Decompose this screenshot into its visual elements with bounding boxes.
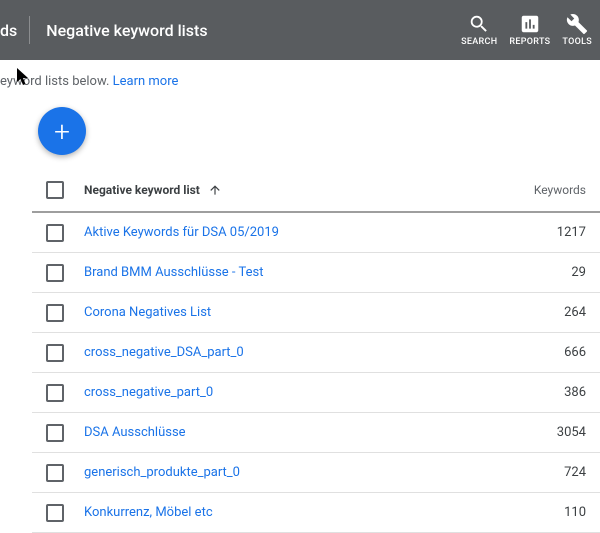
keyword-count: 1217: [506, 225, 586, 240]
table-row: cross_negative_DSA_part_0666: [32, 333, 600, 373]
plus-icon: +: [54, 115, 70, 148]
table-header-row: Negative keyword list Keywords: [32, 169, 600, 213]
subheader-text: eyword lists below.: [0, 74, 113, 89]
sort-asc-icon: [208, 183, 222, 197]
row-checkbox[interactable]: [46, 224, 64, 242]
table-row: Aktive Keywords für DSA 05/20191217: [32, 213, 600, 253]
subheader: eyword lists below. Learn more: [0, 60, 600, 103]
list-name-link[interactable]: cross_negative_part_0: [84, 385, 506, 400]
app-header: ds Negative keyword lists SEARCH REPORTS…: [0, 0, 600, 60]
keyword-count: 386: [506, 385, 586, 400]
list-name-link[interactable]: generisch_produkte_part_0: [84, 465, 506, 480]
page-title: Negative keyword lists: [30, 0, 223, 60]
list-name-link[interactable]: Corona Negatives List: [84, 305, 506, 320]
search-tool[interactable]: SEARCH: [461, 13, 497, 47]
list-name-link[interactable]: Konkurrenz, Möbel etc: [84, 505, 506, 520]
list-name-link[interactable]: Aktive Keywords für DSA 05/2019: [84, 225, 506, 240]
keyword-count: 29: [506, 265, 586, 280]
keyword-count: 666: [506, 345, 586, 360]
header-tools: SEARCH REPORTS TOOLS: [461, 13, 592, 47]
list-name-link[interactable]: cross_negative_DSA_part_0: [84, 345, 506, 360]
tools-label: TOOLS: [562, 37, 592, 47]
add-list-button[interactable]: +: [38, 107, 86, 155]
table-row: DSA Ausschlüsse3054: [32, 413, 600, 453]
column-header-keywords[interactable]: Keywords: [506, 183, 586, 197]
reports-icon: [519, 13, 541, 35]
row-checkbox[interactable]: [46, 464, 64, 482]
row-checkbox[interactable]: [46, 384, 64, 402]
row-checkbox[interactable]: [46, 264, 64, 282]
search-icon: [468, 13, 490, 35]
keyword-count: 724: [506, 465, 586, 480]
select-all-checkbox[interactable]: [46, 181, 64, 199]
tools-tool[interactable]: TOOLS: [562, 13, 592, 47]
prev-tab-partial[interactable]: ds: [0, 0, 29, 60]
lists-table: Negative keyword list Keywords Aktive Ke…: [32, 169, 600, 533]
table-row: Konkurrenz, Möbel etc110: [32, 493, 600, 533]
table-row: generisch_produkte_part_0724: [32, 453, 600, 493]
reports-tool[interactable]: REPORTS: [509, 13, 550, 47]
list-name-link[interactable]: Brand BMM Ausschlüsse - Test: [84, 265, 506, 280]
row-checkbox[interactable]: [46, 424, 64, 442]
col-name-label: Negative keyword list: [84, 183, 200, 197]
keyword-count: 264: [506, 305, 586, 320]
learn-more-link[interactable]: Learn more: [113, 74, 179, 89]
list-name-link[interactable]: DSA Ausschlüsse: [84, 425, 506, 440]
row-checkbox[interactable]: [46, 344, 64, 362]
keyword-count: 110: [506, 505, 586, 520]
table-row: cross_negative_part_0386: [32, 373, 600, 413]
header-left: ds Negative keyword lists: [0, 0, 224, 60]
row-checkbox[interactable]: [46, 304, 64, 322]
search-label: SEARCH: [461, 37, 497, 47]
table-row: Brand BMM Ausschlüsse - Test29: [32, 253, 600, 293]
wrench-icon: [566, 13, 588, 35]
table-row: Corona Negatives List264: [32, 293, 600, 333]
reports-label: REPORTS: [509, 37, 550, 47]
column-header-name[interactable]: Negative keyword list: [84, 183, 506, 197]
keyword-count: 3054: [506, 425, 586, 440]
row-checkbox[interactable]: [46, 504, 64, 522]
